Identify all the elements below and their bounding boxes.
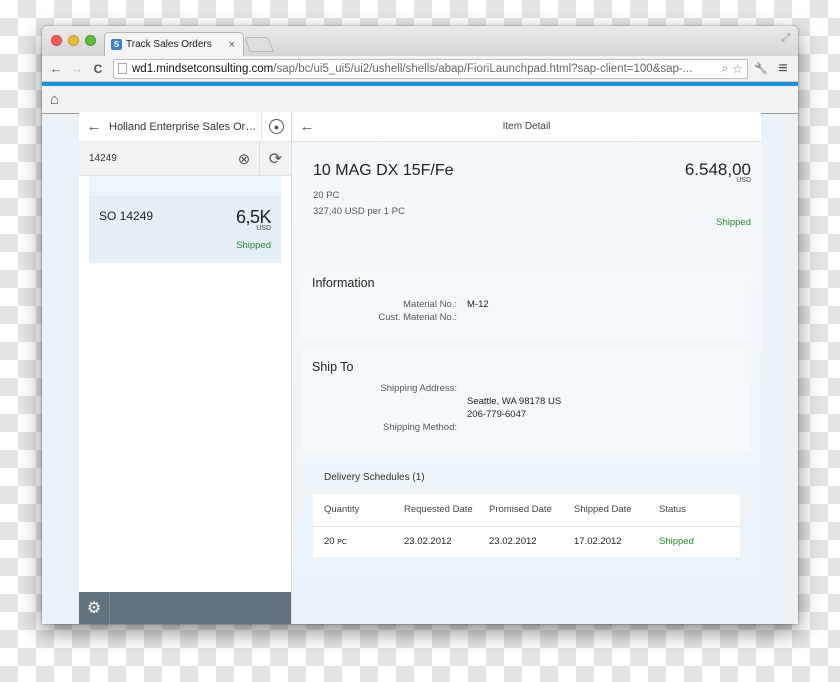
cell-status: Shipped xyxy=(659,536,694,548)
column-header-requested-date: Requested Date xyxy=(393,494,478,527)
new-tab-button[interactable] xyxy=(244,37,274,52)
shell-bar: ⌂ xyxy=(42,86,798,114)
address-line-2: 206-779-6047 xyxy=(467,409,527,420)
menu-icon[interactable]: ≡ xyxy=(774,60,792,78)
bookmark-star-icon[interactable]: ☆ xyxy=(732,62,743,76)
page-title: Item Detail xyxy=(502,121,551,132)
information-panel: Information Material No.: M-12 Cust. Mat… xyxy=(302,266,751,340)
favicon-icon: S xyxy=(111,39,122,50)
wrench-icon[interactable]: 🔧 xyxy=(752,62,770,75)
column-header-shipped-date: Shipped Date xyxy=(563,494,648,527)
back-button[interactable]: ← xyxy=(48,61,64,76)
sales-order-list: SO 14249 6,5K USD Shipped xyxy=(79,176,291,592)
column-header-status: Status xyxy=(648,494,740,527)
title-bar: S Track Sales Orders × ⤢ xyxy=(42,26,798,56)
master-back-icon[interactable]: ← xyxy=(79,118,109,135)
url-path: /sap/bc/ui5_ui5/ui2/ushell/shells/abap/F… xyxy=(273,62,693,75)
cell-requested-date: 23.02.2012 xyxy=(404,536,452,548)
user-icon: ● xyxy=(269,119,284,134)
address-line-1: Seattle, WA 98178 US xyxy=(467,396,562,407)
table-row: 20 PC 23.02.2012 23.02.2012 17.02.2012 S… xyxy=(313,526,740,557)
shipping-method-label: Shipping Method: xyxy=(383,422,457,433)
master-header: ← Holland Enterprise Sales Orders ● xyxy=(79,111,291,142)
browser-toolbar: ← → C wd1.mindsetconsulting.com /sap/bc/… xyxy=(42,56,798,82)
material-no-label: Material No.: xyxy=(403,299,457,310)
browser-tab[interactable]: S Track Sales Orders × xyxy=(104,32,244,56)
list-spacer xyxy=(89,176,281,197)
cell-shipped-date: 17.02.2012 xyxy=(574,536,622,548)
form-row: Seattle, WA 98178 US xyxy=(312,395,741,408)
clear-search-icon[interactable]: ⊗ xyxy=(229,150,259,168)
form-row: 206-779-6047 xyxy=(312,408,741,421)
search-input[interactable] xyxy=(79,142,229,175)
search-bar: ⊗ ⟳ xyxy=(79,142,291,176)
user-button[interactable]: ● xyxy=(261,111,291,142)
ship-to-panel: Ship To Shipping Address: Seattle, WA 98… xyxy=(302,350,751,452)
address-bar[interactable]: wd1.mindsetconsulting.com /sap/bc/ui5_ui… xyxy=(113,58,748,79)
list-item[interactable]: SO 14249 6,5K USD Shipped xyxy=(89,197,281,263)
refresh-icon[interactable]: ⟳ xyxy=(259,142,291,175)
object-header: 10 MAG DX 15F/Fe 20 PC 327,40 USD per 1 … xyxy=(292,142,761,266)
home-icon[interactable]: ⌂ xyxy=(50,91,59,108)
detail-back-icon[interactable]: ← xyxy=(292,118,322,135)
split-app: ← Holland Enterprise Sales Orders ● ⊗ ⟳ … xyxy=(79,111,761,624)
master-footer: ⚙ xyxy=(79,592,291,624)
status-badge: Shipped xyxy=(236,240,271,251)
sales-order-amount: 6,5K USD xyxy=(236,207,272,232)
quantity-unit: PC xyxy=(337,539,347,547)
column-header-promised-date: Promised Date xyxy=(478,494,563,527)
url-host: wd1.mindsetconsulting.com xyxy=(132,62,274,75)
master-title: Holland Enterprise Sales Orders xyxy=(109,120,261,133)
delivery-schedules: Delivery Schedules (1) Quantity Requeste… xyxy=(313,472,751,557)
detail-pane: ← Item Detail 10 MAG DX 15F/Fe 20 PC 327… xyxy=(292,112,761,624)
item-status: Shipped xyxy=(716,217,751,228)
form-row: Shipping Method: xyxy=(312,421,741,434)
quantity-value: 20 xyxy=(324,536,335,548)
maximize-window-button[interactable] xyxy=(85,35,96,46)
form-row: Cust. Material No.: xyxy=(312,311,741,324)
column-header-quantity: Quantity xyxy=(313,494,393,527)
cell-quantity: 20 PC xyxy=(313,526,393,557)
window-controls xyxy=(51,35,96,46)
close-window-button[interactable] xyxy=(51,35,62,46)
page-icon xyxy=(118,63,127,74)
material-no-value: M-12 xyxy=(467,299,489,310)
form-row: Shipping Address: xyxy=(312,382,741,395)
browser-window: S Track Sales Orders × ⤢ ← → C wd1.minds… xyxy=(42,26,798,624)
detail-header: ← Item Detail xyxy=(292,112,761,142)
table-header-row: Quantity Requested Date Promised Date Sh… xyxy=(313,494,740,527)
forward-button[interactable]: → xyxy=(69,61,85,76)
item-amount: 6.548,00 USD xyxy=(685,160,751,184)
minimize-window-button[interactable] xyxy=(68,35,79,46)
delivery-schedules-table: Quantity Requested Date Promised Date Sh… xyxy=(313,494,740,557)
item-unit-price: 327,40 USD per 1 PC xyxy=(313,206,405,217)
item-quantity: 20 PC xyxy=(313,190,340,201)
settings-icon[interactable]: ⚙ xyxy=(79,592,110,624)
reload-button[interactable]: C xyxy=(90,62,106,76)
form-row: Material No.: M-12 xyxy=(312,298,741,311)
information-title: Information xyxy=(312,276,375,290)
fullscreen-icon[interactable]: ⤢ xyxy=(781,32,790,45)
cell-promised-date: 23.02.2012 xyxy=(489,536,537,548)
ship-to-title: Ship To xyxy=(312,360,354,374)
tab-title: Track Sales Orders xyxy=(126,39,212,50)
cust-material-no-label: Cust. Material No.: xyxy=(378,312,457,323)
tab-close-icon[interactable]: × xyxy=(229,39,235,51)
delivery-schedules-title: Delivery Schedules (1) xyxy=(324,472,425,483)
shipping-address-label: Shipping Address: xyxy=(380,383,457,394)
master-pane: ← Holland Enterprise Sales Orders ● ⊗ ⟳ … xyxy=(79,111,292,624)
zoom-icon[interactable]: ⌕ xyxy=(722,61,729,76)
